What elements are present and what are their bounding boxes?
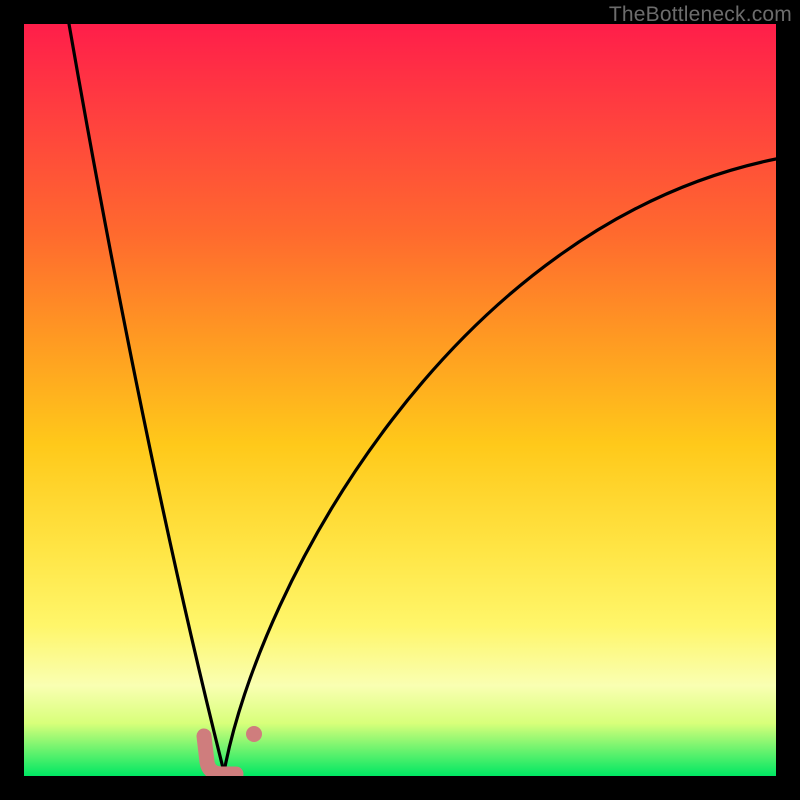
single-dot-marker xyxy=(246,726,262,742)
right-branch-curve xyxy=(224,159,776,772)
watermark-text: TheBottleneck.com xyxy=(609,3,792,27)
plot-area xyxy=(24,24,776,776)
bottleneck-curve xyxy=(24,24,776,776)
frame-black-border: TheBottleneck.com xyxy=(0,0,800,800)
left-branch-curve xyxy=(69,24,224,772)
